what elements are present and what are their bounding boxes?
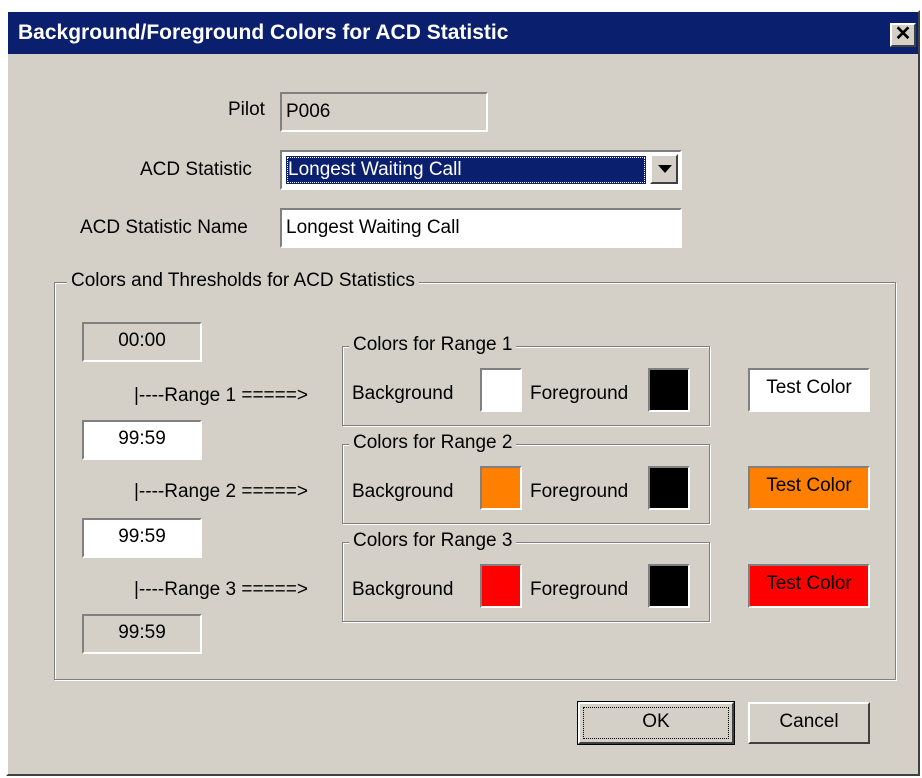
close-icon: ✕ xyxy=(894,23,912,45)
range-3-label: |----Range 3 =====> xyxy=(134,579,308,600)
range-1-colors-title: Colors for Range 1 xyxy=(349,334,517,356)
pilot-field: P006 xyxy=(280,92,488,132)
range-2-label: |----Range 2 =====> xyxy=(134,481,308,502)
window-title: Background/Foreground Colors for ACD Sta… xyxy=(18,21,509,44)
title-bar[interactable]: Background/Foreground Colors for ACD Sta… xyxy=(8,12,918,54)
cancel-button[interactable]: Cancel xyxy=(748,702,870,744)
acd-statistic-selected: Longest Waiting Call xyxy=(286,156,646,184)
range-3-colors-title: Colors for Range 3 xyxy=(349,530,517,552)
close-button[interactable]: ✕ xyxy=(890,23,916,47)
range-3-foreground-label: Foreground xyxy=(530,579,629,600)
range-3-background-swatch[interactable] xyxy=(480,564,522,608)
acd-statistic-name-input[interactable]: Longest Waiting Call xyxy=(280,208,682,248)
cancel-button-label: Cancel xyxy=(779,711,839,732)
range-1-end-time-input[interactable]: 99:59 xyxy=(82,420,202,460)
range-2-background-label: Background xyxy=(352,481,454,502)
range-1-background-label: Background xyxy=(352,383,454,404)
range-3-end-time: 99:59 xyxy=(82,614,202,654)
range-2-test-color: Test Color xyxy=(748,466,870,510)
range-1-foreground-swatch[interactable] xyxy=(648,368,690,412)
range-1-background-swatch[interactable] xyxy=(480,368,522,412)
focus-ring xyxy=(583,707,729,739)
range-2-foreground-swatch[interactable] xyxy=(648,466,690,510)
range-2-colors-title: Colors for Range 2 xyxy=(349,432,517,454)
acd-statistic-label: ACD Statistic xyxy=(140,159,252,180)
range-1-test-color: Test Color xyxy=(748,368,870,412)
range-1-foreground-label: Foreground xyxy=(530,383,629,404)
acd-statistic-dropdown[interactable]: Longest Waiting Call xyxy=(280,150,682,190)
ok-button[interactable]: OK xyxy=(577,701,735,745)
range-3-foreground-swatch[interactable] xyxy=(648,564,690,608)
acd-statistic-name-label: ACD Statistic Name xyxy=(80,217,248,238)
range-3-test-color: Test Color xyxy=(748,564,870,608)
thresholds-group-title: Colors and Thresholds for ACD Statistics xyxy=(67,270,419,292)
range-start-time: 00:00 xyxy=(82,322,202,362)
acd-colors-dialog: Background/Foreground Colors for ACD Sta… xyxy=(6,10,920,776)
chevron-down-icon[interactable] xyxy=(650,154,678,184)
range-2-end-time-input[interactable]: 99:59 xyxy=(82,518,202,558)
range-2-background-swatch[interactable] xyxy=(480,466,522,510)
range-3-background-label: Background xyxy=(352,579,454,600)
range-2-foreground-label: Foreground xyxy=(530,481,629,502)
range-1-label: |----Range 1 =====> xyxy=(134,385,308,406)
pilot-label: Pilot xyxy=(228,99,265,120)
